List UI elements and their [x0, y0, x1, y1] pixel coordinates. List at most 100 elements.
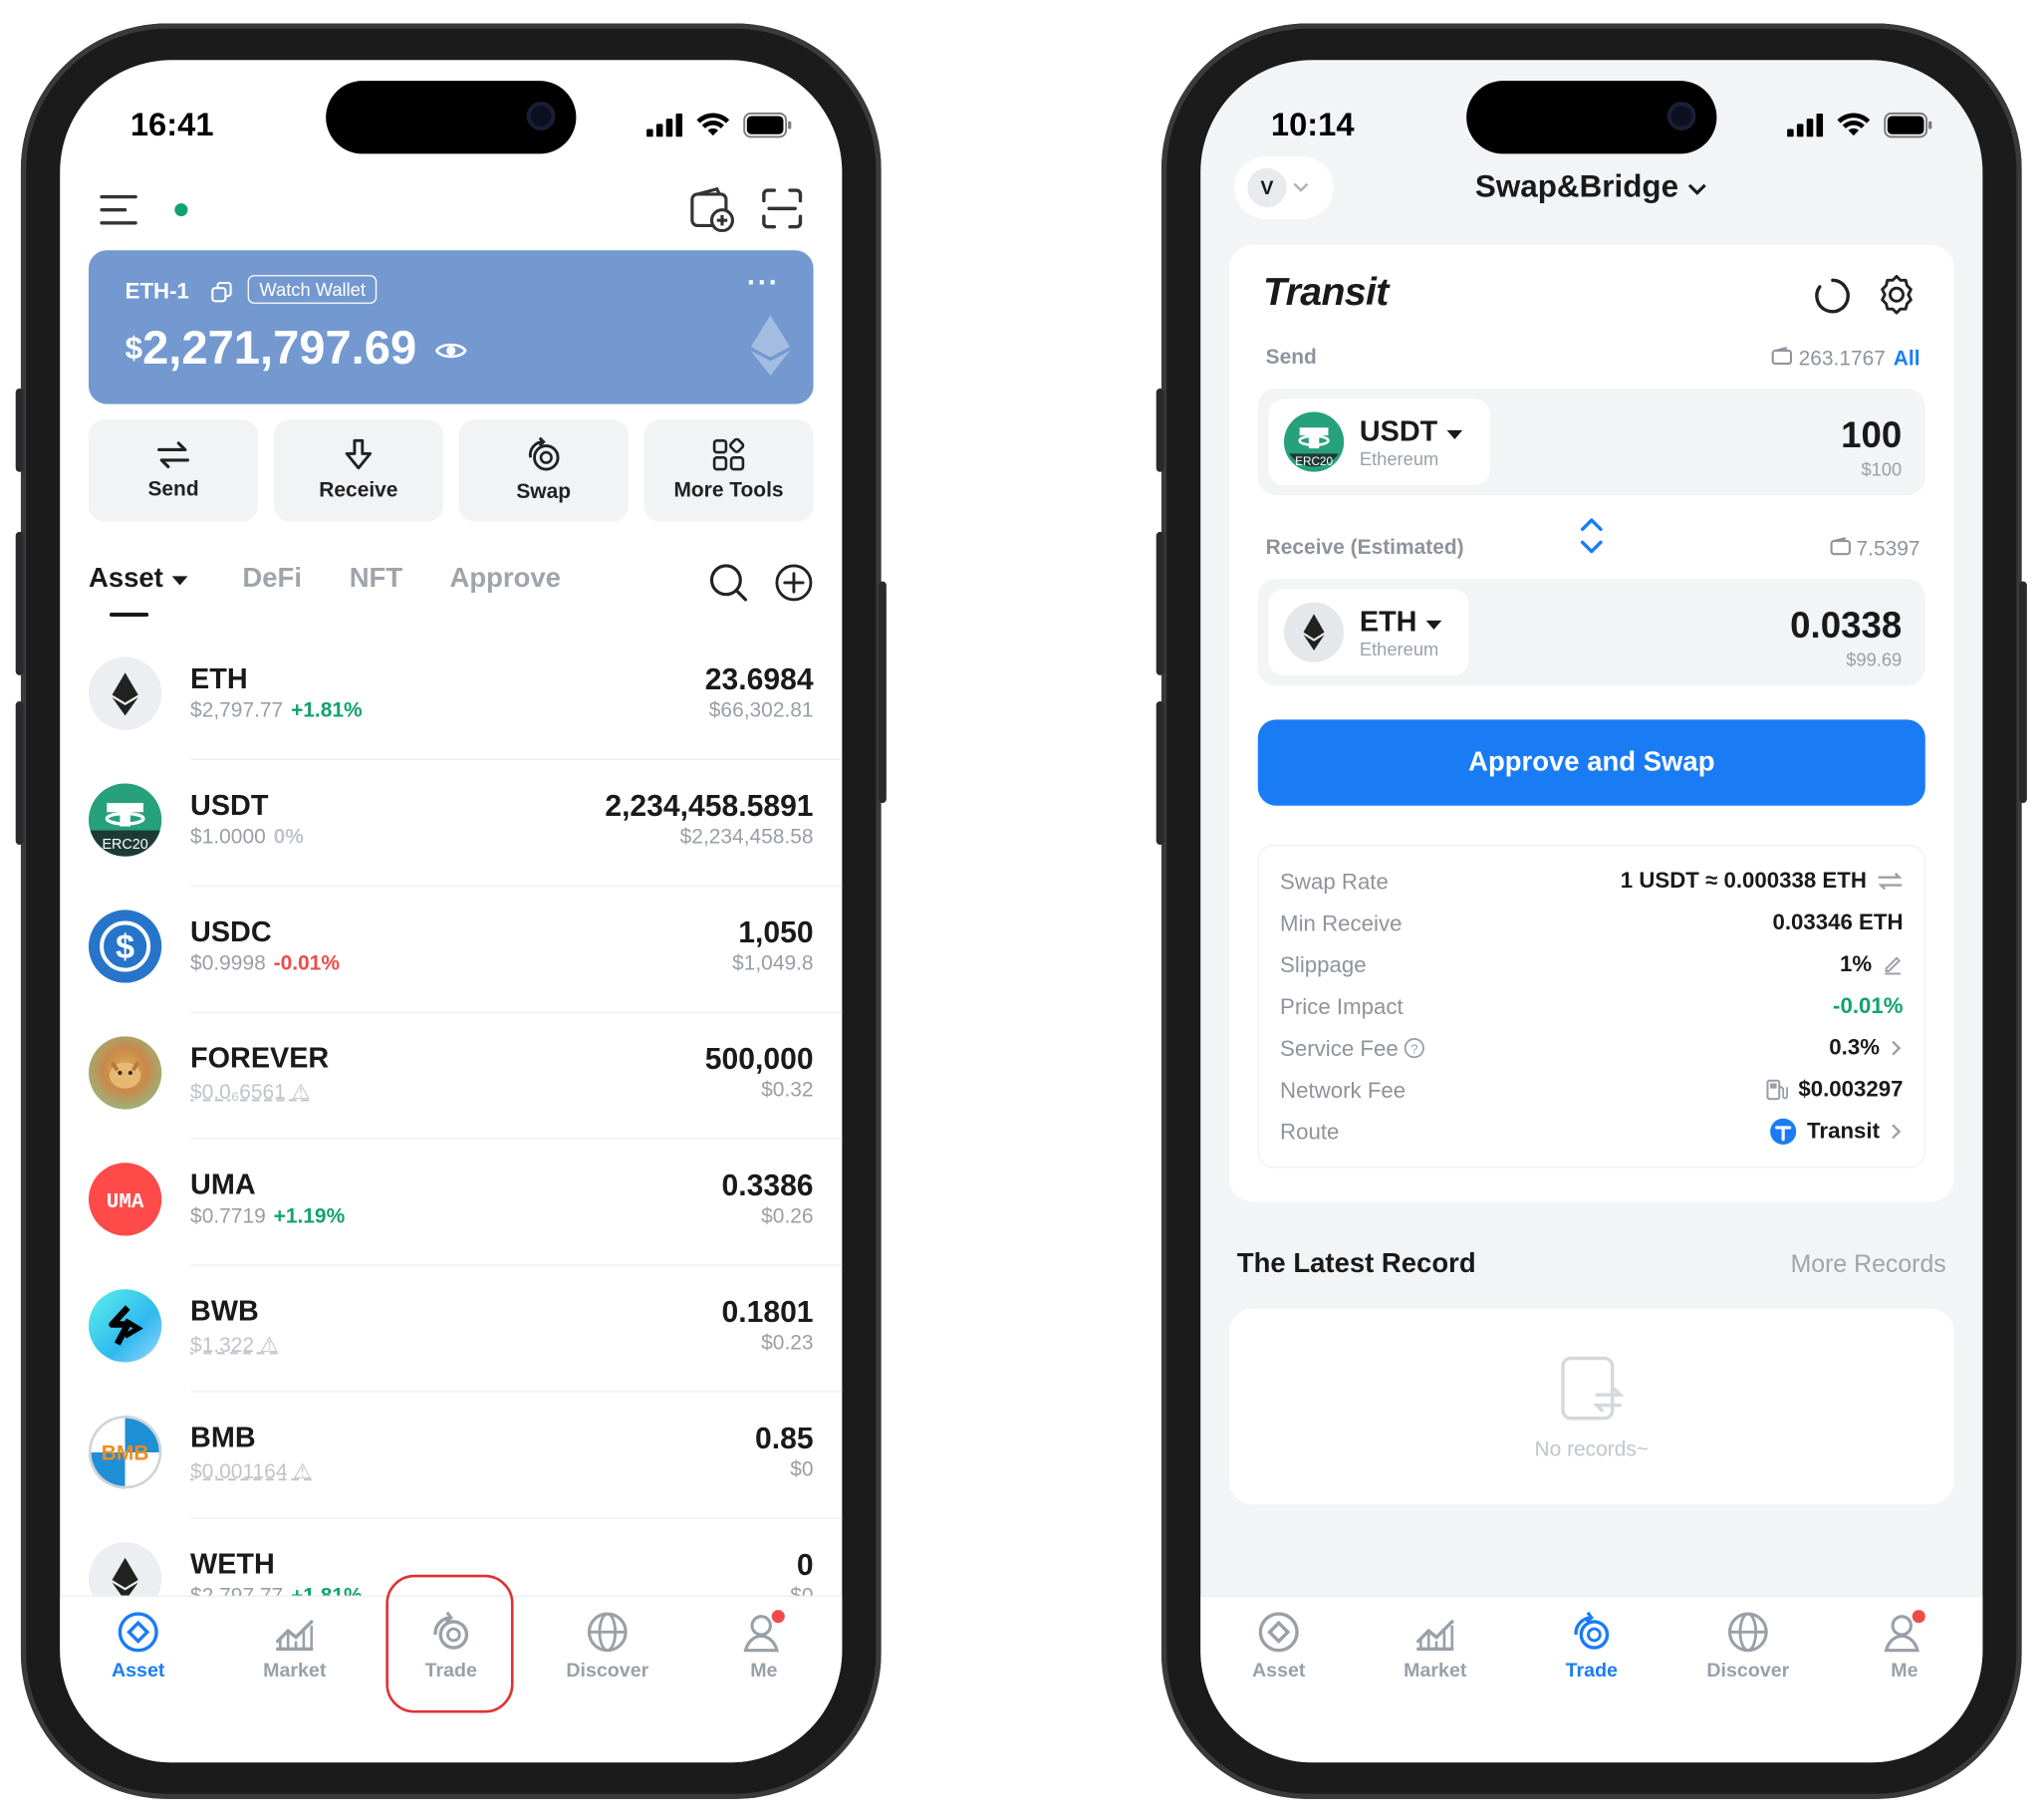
me-tab-icon	[1884, 1610, 1925, 1653]
volume-up-button	[1155, 531, 1164, 675]
status-icons	[1787, 112, 1933, 138]
route-row[interactable]: Route Transit	[1259, 1115, 1926, 1154]
volume-down-button	[15, 701, 24, 845]
right-screen: 10:14 V Swap&Bridge Transit Send 263.176…	[1200, 60, 1983, 1763]
asset-name: USDC	[190, 914, 272, 948]
send-label: Send	[1265, 347, 1317, 370]
tabbar-discover[interactable]: Discover	[529, 1610, 685, 1682]
send-all-button[interactable]: All	[1894, 348, 1920, 370]
send-amount-input[interactable]: 100	[1841, 414, 1902, 456]
tabbar-market[interactable]: Market	[216, 1610, 373, 1682]
discover-tab-icon	[1727, 1612, 1768, 1653]
wallet-card[interactable]: ETH-1 Watch Wallet ··· $2,271,797.69	[88, 250, 814, 404]
asset-amount: 500,000	[704, 1041, 814, 1076]
tabbar-trade[interactable]: Trade	[1513, 1610, 1669, 1682]
asset-row-bwb[interactable]: BWB $1.322 ⚠ 0.1801 $0.23	[60, 1266, 843, 1393]
tab-nft[interactable]: NFT	[350, 563, 402, 594]
add-token-icon[interactable]	[774, 563, 813, 602]
signal-icon	[646, 113, 683, 137]
balance-currency: $	[125, 331, 143, 367]
usdt-token-icon: ERC20	[1283, 411, 1345, 472]
swap-rate-row: Swap Rate 1 USDT ≈ 0.000338 ETH	[1259, 865, 1926, 904]
chevron-right-icon	[1892, 1040, 1902, 1056]
asset-row-uma[interactable]: UMA UMA $0.7719 +1.19% 0.3386 $0.26	[60, 1140, 843, 1266]
asset-row-eth[interactable]: ETH $2,797.77 +1.81% 23.6984 $66,302.81	[60, 634, 843, 760]
trade-tab-icon	[1574, 1611, 1610, 1650]
search-icon[interactable]	[709, 563, 748, 602]
status-time: 16:41	[129, 107, 214, 143]
more-records-link[interactable]: More Records	[1791, 1251, 1946, 1280]
top-header	[60, 172, 842, 251]
svg-text:ERC20: ERC20	[102, 837, 147, 853]
asset-row-usdt[interactable]: ERC20 USDT $1.0000 0% 2,234,458.5891 $2,2…	[60, 760, 843, 887]
swap-card: Transit Send 263.1767 All ERC20 USDT Ethe…	[1229, 245, 1954, 1202]
scan-icon[interactable]	[761, 187, 803, 229]
copy-icon[interactable]	[211, 281, 232, 303]
no-records-icon	[1561, 1356, 1625, 1421]
send-label: Send	[147, 478, 199, 501]
refresh-icon[interactable]	[1813, 276, 1852, 315]
chevron-down-icon	[1688, 183, 1707, 195]
ethereum-watermark-icon	[750, 315, 791, 376]
asset-name: UMA	[190, 1168, 256, 1201]
svg-text:?: ?	[1411, 1041, 1418, 1056]
tab-approve[interactable]: Approve	[449, 563, 560, 594]
asset-amount: 0.85	[754, 1421, 814, 1455]
asset-row-forever[interactable]: FOREVER $0.0₆6561 ⚠ 500,000 $0.32	[60, 1013, 843, 1140]
tabbar-market[interactable]: Market	[1357, 1610, 1513, 1682]
approve-and-swap-button[interactable]: Approve and Swap	[1257, 719, 1925, 806]
tabbar-asset[interactable]: Asset	[60, 1610, 216, 1682]
tab-asset[interactable]: Asset	[89, 563, 189, 594]
tabbar-asset[interactable]: Asset	[1200, 1610, 1357, 1682]
no-records-text: No records~	[1534, 1438, 1650, 1461]
asset-amount: 0.1801	[721, 1294, 814, 1329]
forever-token-icon	[88, 1036, 162, 1110]
asset-amount: 23.6984	[704, 661, 814, 696]
swap-rate-toggle-icon[interactable]	[1877, 872, 1903, 891]
menu-icon[interactable]	[99, 193, 137, 227]
asset-row-bmb[interactable]: BMB BMB $0.001164 ⚠ 0.85 $0	[60, 1393, 843, 1519]
receive-token-network: Ethereum	[1359, 639, 1439, 660]
wallet-menu-button[interactable]: ···	[747, 266, 780, 300]
receive-label: Receive (Estimated)	[1265, 537, 1464, 560]
asset-name: ETH	[190, 661, 248, 695]
receive-label: Receive	[319, 479, 398, 502]
tabbar-me[interactable]: Me	[1826, 1610, 1982, 1682]
asset-amount: 2,234,458.5891	[605, 788, 814, 823]
receive-token-box[interactable]: ETH Ethereum 0.0338 $99.69	[1257, 579, 1925, 686]
send-action-button[interactable]: Send	[88, 419, 259, 522]
dynamic-island	[1466, 81, 1717, 154]
edit-icon[interactable]	[1883, 954, 1904, 975]
tabbar-me[interactable]: Me	[685, 1610, 842, 1682]
eye-icon[interactable]	[434, 341, 467, 362]
left-phone-frame: 16:41 ETH-1 Watch Wallet ··· $2,271,797.…	[15, 23, 887, 1799]
svg-text:BMB: BMB	[102, 1442, 149, 1465]
tab-defi[interactable]: DeFi	[242, 563, 302, 594]
slippage-row[interactable]: Slippage 1%	[1259, 947, 1926, 986]
more-tools-icon	[712, 437, 745, 471]
receive-token-selector[interactable]: ETH Ethereum	[1268, 589, 1469, 675]
receive-action-button[interactable]: Receive	[273, 419, 443, 522]
tabbar-discover[interactable]: Discover	[1669, 1610, 1826, 1682]
asset-value: $0.26	[761, 1205, 814, 1228]
send-token-selector[interactable]: ERC20 USDT Ethereum	[1268, 398, 1490, 485]
service-fee-row[interactable]: Service Fee ? 0.3%	[1259, 1031, 1926, 1070]
asset-tabs: Asset DeFi NFT Approve	[89, 563, 814, 617]
help-icon[interactable]: ?	[1405, 1038, 1425, 1059]
market-tab-icon	[276, 1620, 314, 1652]
asset-name: USDT	[190, 788, 269, 822]
page-title[interactable]: Swap&Bridge	[1200, 169, 1982, 206]
send-balance: 263.1767 All	[1772, 347, 1920, 372]
asset-row-usdc[interactable]: $ USDC $0.9998 -0.01% 1,050 $1,049.8	[60, 887, 843, 1013]
more-tools-action-button[interactable]: More Tools	[643, 419, 814, 522]
asset-price: $0.7719 +1.19%	[190, 1205, 346, 1228]
asset-change: +1.19%	[273, 1205, 346, 1228]
price-impact-row: Price Impact -0.01%	[1280, 993, 1904, 1020]
swap-action-button[interactable]: Swap	[458, 419, 629, 522]
receive-token-symbol: ETH	[1360, 605, 1443, 639]
settings-icon[interactable]	[1876, 274, 1917, 316]
send-token-box[interactable]: ERC20 USDT Ethereum 100 $100	[1257, 388, 1925, 496]
add-wallet-icon[interactable]	[688, 185, 735, 232]
caret-down-icon	[1425, 620, 1442, 631]
switch-direction-icon[interactable]	[1579, 516, 1605, 555]
